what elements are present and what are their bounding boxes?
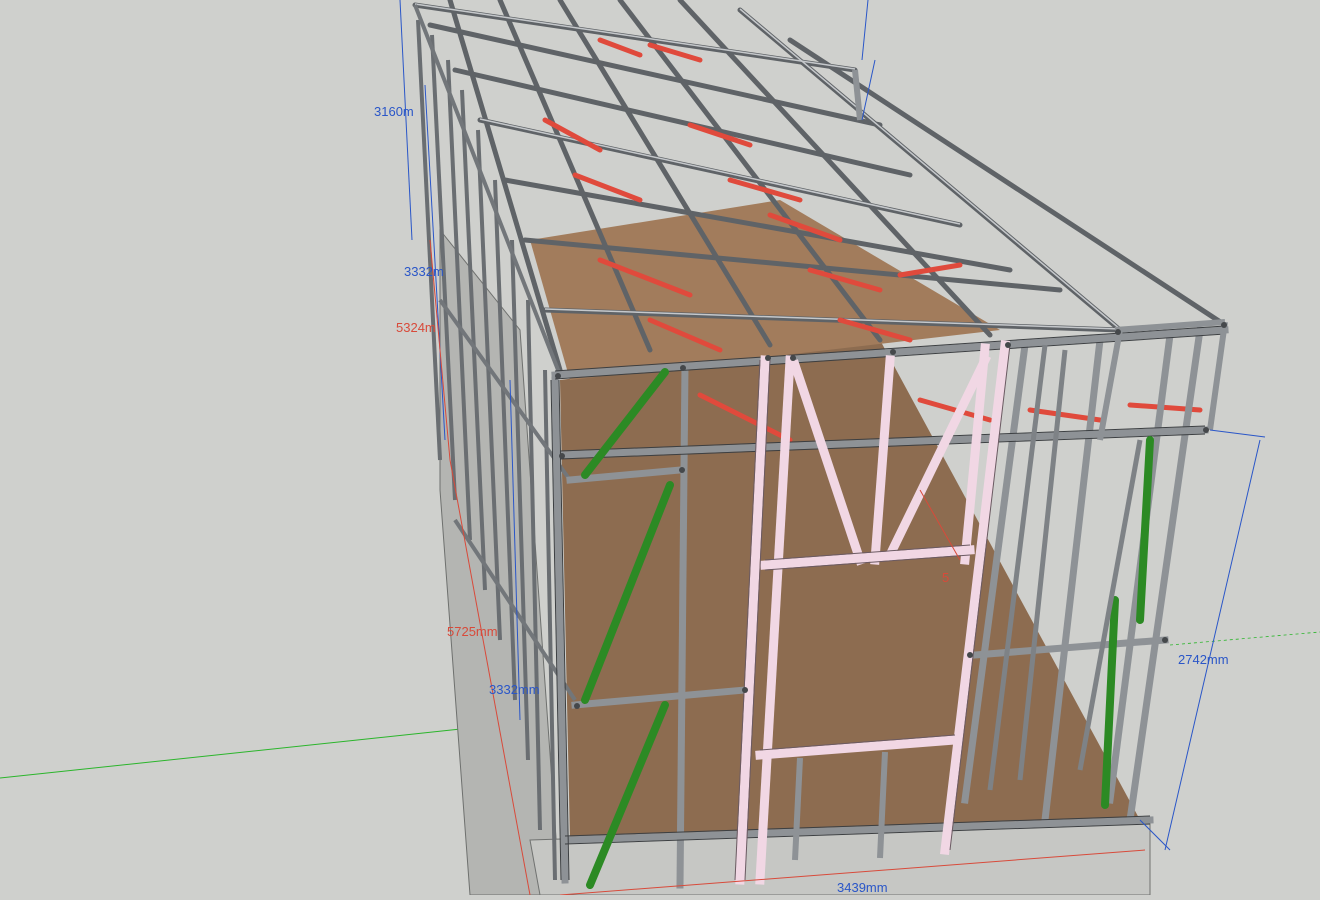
dimension-label-3332-mid: 3332mm	[489, 682, 540, 697]
green-axis-line	[0, 727, 471, 779]
model-canvas[interactable]: 3160m 3332m 5324m 5725mm 3332mm 2742mm 3…	[0, 0, 1320, 896]
dimension-label-3439: 3439mm	[837, 880, 888, 895]
dimension-label-3332-top: 3332m	[404, 264, 444, 279]
dimension-label-5324: 5324m	[396, 320, 436, 335]
green-axis-line-right	[1169, 631, 1320, 646]
dimension-label-3160: 3160m	[374, 104, 414, 119]
dimension-label-5725: 5725mm	[447, 624, 498, 639]
dimension-label-2742: 2742mm	[1178, 652, 1229, 667]
dimension-label-hidden: 5	[942, 570, 949, 585]
model-viewport[interactable]: 3160m 3332m 5324m 5725mm 3332mm 2742mm 3…	[0, 0, 1320, 896]
